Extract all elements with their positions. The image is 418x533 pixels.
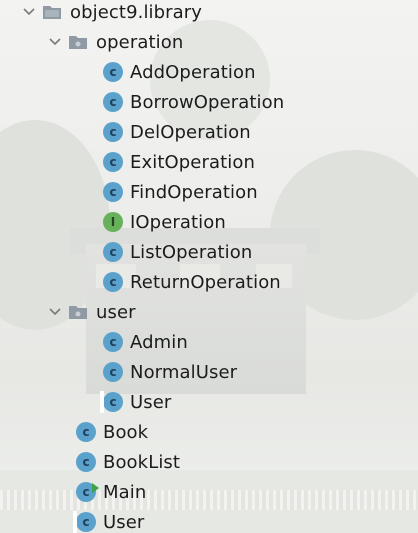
tree-node-main-class[interactable]: c Main — [76, 477, 146, 507]
tree-node-class[interactable]: c FindOperation — [103, 177, 258, 207]
tree-node-label: user — [96, 301, 136, 323]
folder-icon — [42, 4, 62, 20]
tree-node-class[interactable]: c ExitOperation — [103, 147, 255, 177]
tree-node-class[interactable]: c BookList — [76, 447, 180, 477]
tree-node-label: ListOperation — [130, 241, 253, 263]
tree-node-class[interactable]: c Book — [76, 417, 148, 447]
tree-node-label: DelOperation — [130, 121, 251, 143]
tree-node-class[interactable]: c ReturnOperation — [103, 267, 281, 297]
tree-node-class[interactable]: c ListOperation — [103, 237, 252, 267]
tree-node-class[interactable]: c Admin — [103, 327, 188, 357]
tree-node-label: BorrowOperation — [130, 91, 285, 113]
chevron-down-icon[interactable] — [48, 35, 62, 49]
folder-icon — [68, 304, 88, 320]
tree-node-label: operation — [96, 31, 184, 53]
project-tree: object9.library operation c AddOperation… — [0, 0, 418, 533]
tree-node-class[interactable]: c BorrowOperation — [103, 87, 284, 117]
class-icon: c — [103, 62, 123, 82]
class-icon: c — [103, 182, 123, 202]
interface-icon: I — [103, 212, 123, 232]
class-file-icon: c — [100, 391, 123, 413]
tree-node-label: User — [130, 391, 172, 413]
tree-node-label: NormalUser — [130, 361, 238, 383]
tree-node-label: ReturnOperation — [130, 271, 281, 293]
class-icon: c — [76, 422, 96, 442]
class-icon: c — [76, 452, 96, 472]
tree-node-package-user[interactable]: user — [48, 297, 136, 327]
tree-node-class-file[interactable]: c User — [73, 507, 145, 533]
tree-node-interface[interactable]: I IOperation — [103, 207, 226, 237]
class-icon: c — [103, 92, 123, 112]
class-icon: c — [103, 152, 123, 172]
tree-node-label: Admin — [130, 331, 188, 353]
tree-node-root[interactable]: object9.library — [22, 0, 202, 27]
chevron-down-icon[interactable] — [48, 305, 62, 319]
class-icon: c — [103, 362, 123, 382]
tree-node-package-operation[interactable]: operation — [48, 27, 183, 57]
tree-node-class[interactable]: c DelOperation — [103, 117, 251, 147]
class-file-icon: c — [73, 511, 96, 533]
class-icon: c — [103, 332, 123, 352]
class-icon: c — [103, 272, 123, 292]
folder-icon — [68, 34, 88, 50]
main-class-icon: c — [76, 482, 99, 502]
tree-node-label: object9.library — [70, 1, 203, 23]
class-icon: c — [103, 122, 123, 142]
tree-node-label: FindOperation — [130, 181, 258, 203]
tree-node-label: IOperation — [130, 211, 226, 233]
tree-node-label: BookList — [103, 451, 181, 473]
tree-node-class[interactable]: c AddOperation — [103, 57, 256, 87]
tree-node-label: AddOperation — [130, 61, 256, 83]
tree-node-label: ExitOperation — [130, 151, 255, 173]
tree-node-class-file[interactable]: c User — [100, 387, 172, 417]
tree-node-label: User — [103, 511, 145, 533]
class-icon: c — [103, 242, 123, 262]
tree-node-label: Main — [103, 481, 147, 503]
chevron-down-icon[interactable] — [22, 5, 36, 19]
tree-node-label: Book — [103, 421, 149, 443]
tree-node-class[interactable]: c NormalUser — [103, 357, 237, 387]
